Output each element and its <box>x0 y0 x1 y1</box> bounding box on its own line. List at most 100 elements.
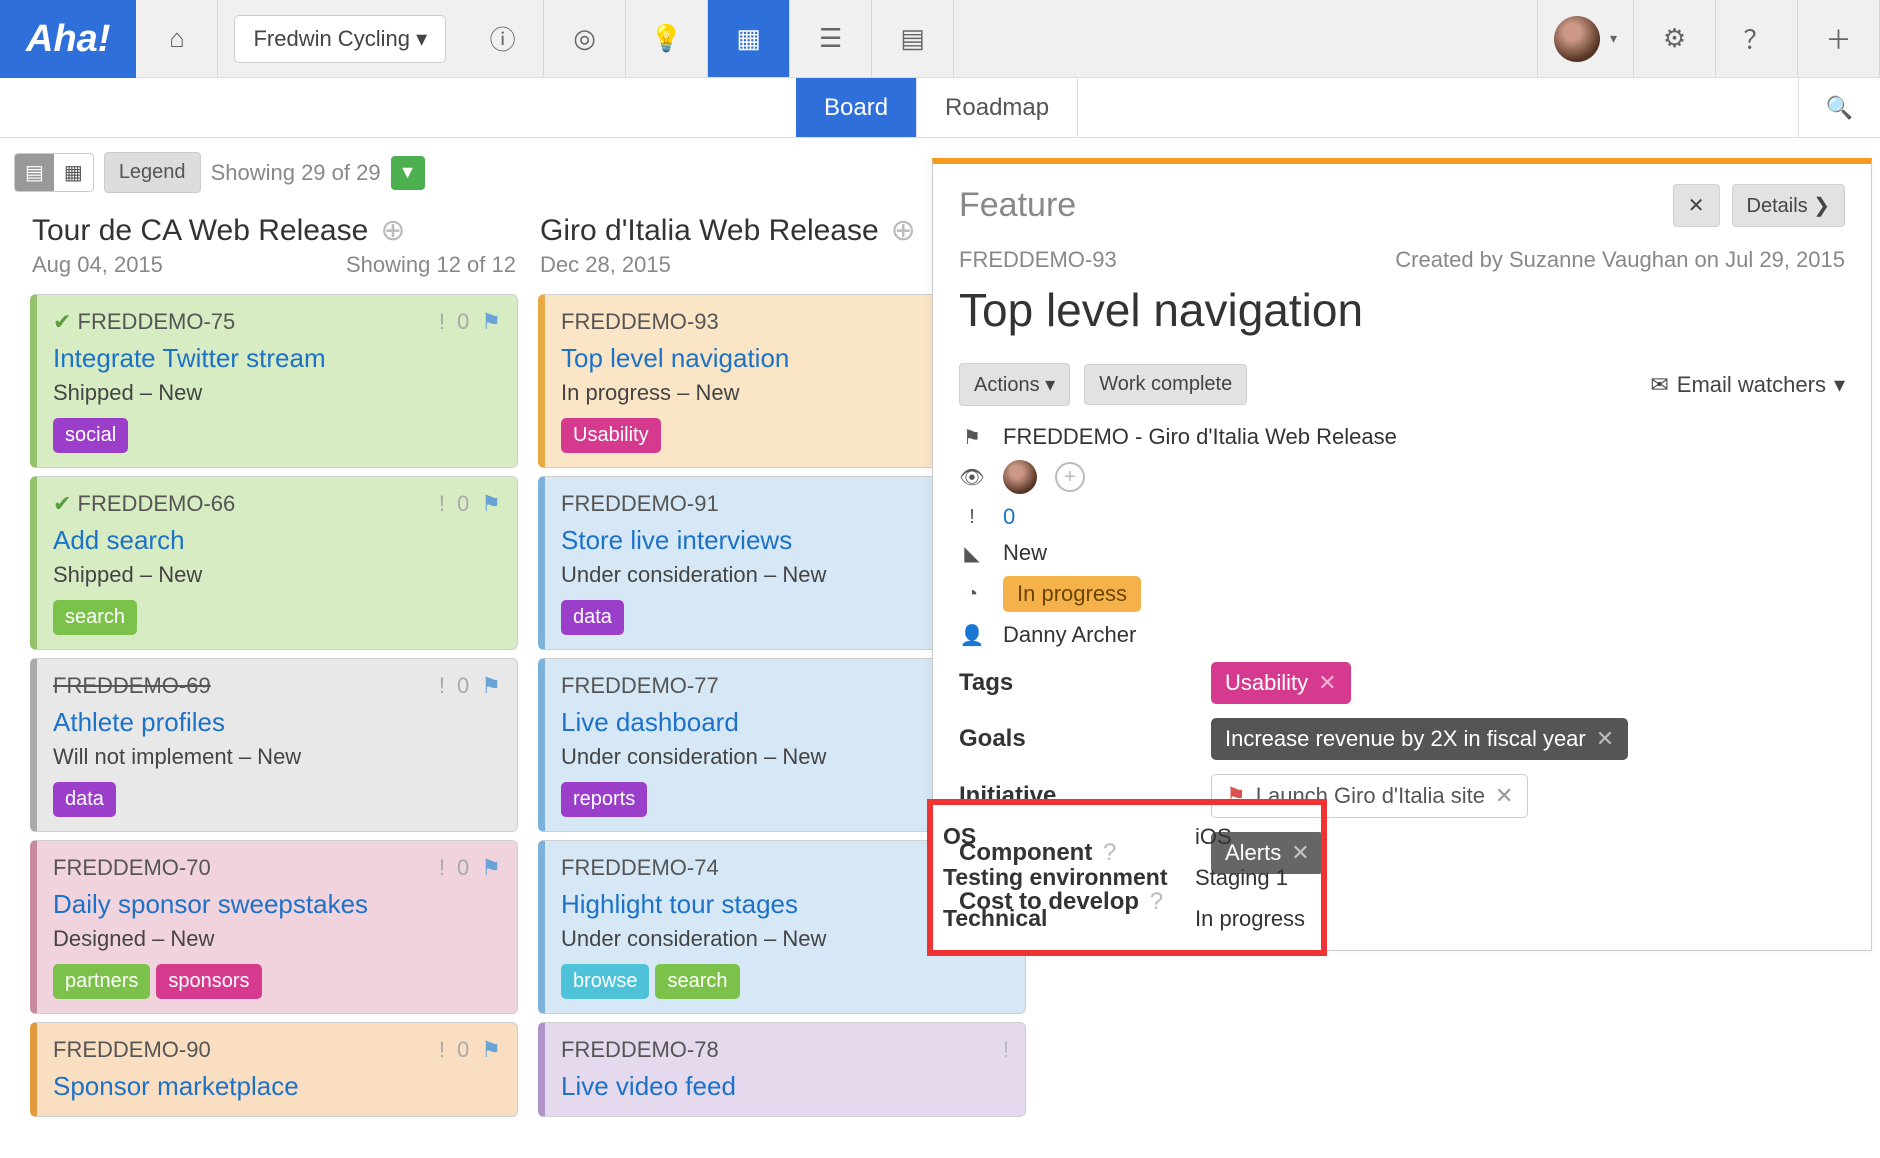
add-card-icon[interactable]: ⊕ <box>891 213 916 248</box>
card-title[interactable]: Daily sponsor sweepstakes <box>53 889 501 920</box>
filter-button[interactable]: ▼ <box>391 156 425 190</box>
tag-chip[interactable]: Usability✕ <box>1211 662 1351 704</box>
top-toolbar: Aha! ⌂ Fredwin Cycling ▾ ⓘ ◎ 💡 ▦ ☰ ▤ ▾ ⚙… <box>0 0 1880 78</box>
settings-icon[interactable]: ⚙ <box>1634 0 1716 77</box>
target-icon[interactable]: ◎ <box>544 0 626 77</box>
test-env-value[interactable]: Staging 1 <box>1195 865 1288 891</box>
panel-kind: Feature <box>959 186 1076 225</box>
close-button[interactable]: ✕ <box>1673 184 1720 227</box>
card-title[interactable]: Add search <box>53 525 501 556</box>
feature-title[interactable]: Top level navigation <box>959 283 1845 337</box>
column-showing: Showing 12 of 12 <box>346 252 516 278</box>
scorecard[interactable]: New <box>1003 540 1047 566</box>
column-date: Aug 04, 2015 <box>32 252 163 278</box>
card-tag[interactable]: Usability <box>561 418 661 453</box>
goal-chip[interactable]: Increase revenue by 2X in fiscal year✕ <box>1211 718 1628 760</box>
owner[interactable]: Danny Archer <box>1003 622 1136 648</box>
app-logo[interactable]: Aha! <box>0 0 136 78</box>
view-toggle[interactable]: ▤▦ <box>14 153 94 192</box>
card-tag[interactable]: data <box>53 782 116 817</box>
card-id: FREDDEMO-69 <box>53 673 211 699</box>
feature-card[interactable]: FREDDEMO-90!0⚑ Sponsor marketplace <box>30 1022 518 1117</box>
feature-card[interactable]: FREDDEMO-70!0⚑ Daily sponsor sweepstakes… <box>30 840 518 1014</box>
remove-initiative[interactable]: ✕ <box>1495 783 1513 809</box>
feature-card[interactable]: ✔ FREDDEMO-66!0⚑ Add search Shipped – Ne… <box>30 476 518 650</box>
search-icon[interactable]: 🔍 <box>1798 78 1880 137</box>
test-env-label: Testing environment <box>943 864 1195 891</box>
feature-card[interactable]: FREDDEMO-78! Live video feed <box>538 1022 1026 1117</box>
work-complete-button[interactable]: Work complete <box>1084 364 1247 405</box>
user-menu[interactable]: ▾ <box>1537 0 1634 77</box>
os-value[interactable]: iOS <box>1195 824 1232 850</box>
email-watchers[interactable]: ✉ Email watchers ▾ <box>1650 372 1845 398</box>
card-status: Shipped – New <box>53 380 501 406</box>
technical-value[interactable]: In progress <box>1195 906 1305 932</box>
card-count: 0 <box>457 1037 469 1063</box>
actions-menu[interactable]: Actions ▾ <box>959 363 1070 406</box>
sitemap-icon[interactable]: ⚑ <box>481 673 501 699</box>
sitemap-icon[interactable]: ⚑ <box>481 855 501 881</box>
exclaim-icon: ! <box>439 855 445 881</box>
status-badge[interactable]: In progress <box>1003 576 1141 612</box>
info-icon[interactable]: ⓘ <box>462 0 544 77</box>
card-tag[interactable]: search <box>655 964 739 999</box>
sitemap-icon[interactable]: ⚑ <box>481 309 501 335</box>
custom-fields-highlight: OSiOS Testing environmentStaging 1 Techn… <box>927 799 1327 956</box>
add-watcher[interactable]: + <box>1055 462 1085 492</box>
card-tag[interactable]: reports <box>561 782 647 817</box>
board-icon[interactable]: ▦ <box>708 0 790 77</box>
card-id: ✔ FREDDEMO-66 <box>53 491 235 517</box>
product-selector[interactable]: Fredwin Cycling ▾ <box>218 0 462 77</box>
tab-roadmap[interactable]: Roadmap <box>917 78 1078 137</box>
eye-icon: 👁 <box>959 465 985 490</box>
card-tag[interactable]: social <box>53 418 128 453</box>
remove-tag[interactable]: ✕ <box>1318 670 1336 696</box>
details-button[interactable]: Details ❯ <box>1732 184 1845 227</box>
product-name: Fredwin Cycling <box>253 26 410 51</box>
card-id: FREDDEMO-78 <box>561 1037 719 1063</box>
home-icon[interactable]: ⌂ <box>136 0 218 77</box>
card-title[interactable]: Live video feed <box>561 1071 1009 1102</box>
feature-detail-panel: Feature ✕ Details ❯ FREDDEMO-93 Created … <box>932 158 1872 951</box>
card-title[interactable]: Sponsor marketplace <box>53 1071 501 1102</box>
bookmark-icon: ◣ <box>959 541 985 566</box>
idea-icon[interactable]: 💡 <box>626 0 708 77</box>
card-tag[interactable]: partners <box>53 964 150 999</box>
created-by: Created by Suzanne Vaughan on Jul 29, 20… <box>1395 247 1845 273</box>
card-id: FREDDEMO-70 <box>53 855 211 881</box>
card-title[interactable]: Athlete profiles <box>53 707 501 738</box>
technical-label: Technical <box>943 905 1195 932</box>
help-icon[interactable]: ？ <box>1716 0 1798 77</box>
sitemap-icon[interactable]: ⚑ <box>481 1037 501 1063</box>
flag-icon: ⚑ <box>959 425 985 450</box>
add-card-icon[interactable]: ⊕ <box>380 213 405 248</box>
column-title[interactable]: Tour de CA Web Release <box>32 214 368 248</box>
todo-count[interactable]: 0 <box>1003 504 1015 530</box>
os-label: OS <box>943 823 1195 850</box>
card-title[interactable]: Integrate Twitter stream <box>53 343 501 374</box>
list-icon[interactable]: ☰ <box>790 0 872 77</box>
tab-board[interactable]: Board <box>796 78 917 137</box>
release-link[interactable]: FREDDEMO - Giro d'Italia Web Release <box>1003 424 1397 450</box>
gauge-icon: ◔ <box>959 583 985 606</box>
check-icon: ✔ <box>53 309 71 334</box>
feature-card[interactable]: ✔ FREDDEMO-75!0⚑ Integrate Twitter strea… <box>30 294 518 468</box>
card-id: FREDDEMO-77 <box>561 673 719 699</box>
remove-goal[interactable]: ✕ <box>1596 726 1614 752</box>
notebook-icon[interactable]: ▤ <box>872 0 954 77</box>
exclaim-icon: ! <box>439 673 445 699</box>
showing-count: Showing 29 of 29 <box>211 160 381 186</box>
card-tag[interactable]: data <box>561 600 624 635</box>
card-tag[interactable]: browse <box>561 964 649 999</box>
card-tag[interactable]: search <box>53 600 137 635</box>
column-title[interactable]: Giro d'Italia Web Release <box>540 214 879 248</box>
add-icon[interactable]: ＋ <box>1798 0 1880 77</box>
column-date: Dec 28, 2015 <box>540 252 671 278</box>
card-tag[interactable]: sponsors <box>156 964 261 999</box>
check-icon: ✔ <box>53 491 71 516</box>
watcher-avatar[interactable] <box>1003 460 1037 494</box>
legend-button[interactable]: Legend <box>104 152 201 193</box>
feature-card[interactable]: FREDDEMO-69!0⚑ Athlete profiles Will not… <box>30 658 518 832</box>
sitemap-icon[interactable]: ⚑ <box>481 491 501 517</box>
card-id: FREDDEMO-90 <box>53 1037 211 1063</box>
